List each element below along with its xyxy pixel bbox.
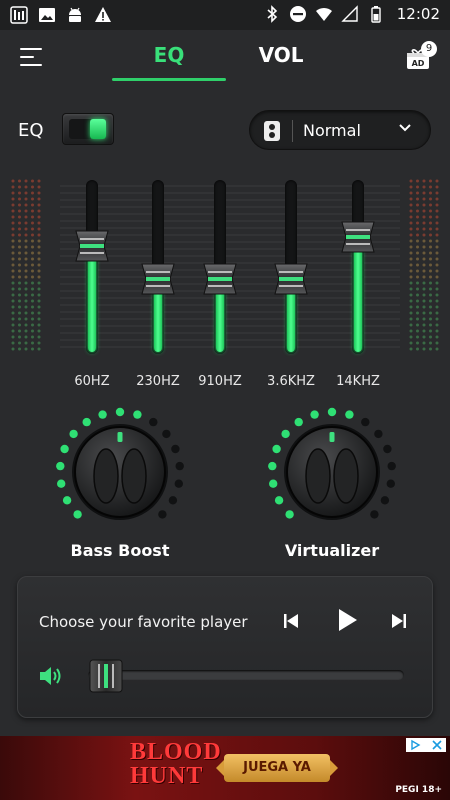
knob-level-dot	[345, 410, 354, 419]
eq-slider-band-1[interactable]	[134, 178, 182, 356]
player-title[interactable]: Choose your favorite player	[39, 613, 248, 631]
knob-level-dot	[98, 410, 107, 419]
knob-indicator	[117, 432, 123, 442]
knob-level-dot	[115, 407, 125, 417]
volume-slider-thumb[interactable]	[89, 659, 123, 693]
speaker-icon	[264, 121, 280, 141]
knob-level-dot	[285, 510, 294, 519]
bluetooth-icon	[267, 5, 277, 23]
play-icon[interactable]	[334, 607, 360, 633]
knob-level-dot	[69, 429, 78, 439]
ad-title-line2: HUNT	[130, 763, 204, 789]
tab-vol[interactable]: VOL	[226, 43, 336, 67]
eq-toggle-knob	[90, 119, 106, 139]
chevron-down-icon	[399, 124, 411, 132]
knob-level-dot	[133, 410, 142, 419]
slider-fill	[354, 237, 362, 352]
ad-banner[interactable]: BLOOD HUNT JUEGA YA PEGI 18+	[0, 736, 450, 800]
knob-level-dot	[294, 417, 303, 427]
knob-level-dot	[168, 496, 178, 505]
volume-slider-track[interactable]	[88, 670, 404, 680]
knob-level-dot	[272, 444, 281, 454]
slider-thumb[interactable]	[140, 262, 176, 296]
knob-level-dot	[62, 496, 72, 505]
next-track-icon[interactable]	[388, 610, 410, 632]
knob-level-dot	[60, 444, 69, 454]
knob-level-dot	[82, 417, 91, 427]
menu-icon[interactable]	[20, 48, 42, 68]
band-label-910hz: 910HZ	[198, 374, 242, 389]
bass-boost-knob[interactable]	[54, 406, 186, 538]
knob-level-dot	[387, 461, 396, 471]
knob-level-dot	[370, 510, 379, 519]
notification-badge: 9	[421, 41, 437, 57]
signal-icon	[341, 5, 358, 22]
eq-toggle-switch[interactable]	[62, 113, 114, 145]
band-label-60hz: 60HZ	[74, 374, 110, 389]
battery-icon	[371, 6, 381, 23]
level-meter-left	[11, 179, 41, 351]
level-meter-right	[409, 179, 439, 351]
band-label-14khz: 14KHZ	[336, 374, 380, 389]
android-icon	[69, 7, 81, 22]
eq-slider-band-4[interactable]	[334, 178, 382, 356]
ad-title-line1: BLOOD	[130, 739, 222, 765]
virtualizer-knob[interactable]	[266, 406, 398, 538]
wifi-icon	[315, 7, 332, 21]
eq-slider-band-0[interactable]	[68, 178, 116, 356]
knob-level-dot	[274, 496, 284, 505]
eq-slider-band-3[interactable]	[267, 178, 315, 356]
equalizer-notification-icon	[10, 6, 28, 24]
tab-eq[interactable]: EQ	[114, 43, 224, 67]
knob-level-dot	[374, 429, 383, 439]
player-card: Choose your favorite player	[17, 576, 433, 718]
eq-slider-band-2[interactable]	[196, 178, 244, 356]
knob-level-dot	[327, 407, 337, 417]
warning-icon	[95, 7, 111, 22]
knob-level-dot	[310, 410, 319, 419]
virtualizer-label: Virtualizer	[284, 541, 380, 560]
knob-level-dot	[361, 417, 370, 427]
bass-boost-label: Bass Boost	[70, 541, 170, 560]
knob-level-dot	[149, 417, 158, 427]
eq-label: EQ	[18, 120, 44, 141]
knob-level-dot	[386, 479, 395, 488]
knob-level-dot	[158, 510, 167, 519]
band-label-3-6khz: 3.6KHZ	[267, 374, 315, 389]
do-not-disturb-icon	[289, 6, 306, 22]
preset-dropdown[interactable]: Normal	[249, 110, 431, 150]
slider-thumb[interactable]	[74, 229, 110, 263]
status-bar: 12:02	[0, 0, 450, 30]
knob-level-dot	[174, 479, 183, 488]
band-label-230hz: 230HZ	[136, 374, 180, 389]
ad-age-rating: PEGI 18+	[395, 785, 442, 795]
gift-ad-text: AD	[412, 59, 425, 68]
knob-level-dot	[268, 461, 277, 471]
slider-thumb[interactable]	[340, 220, 376, 254]
knob-level-dot	[269, 479, 278, 488]
previous-track-icon[interactable]	[280, 610, 302, 632]
equalizer-sliders	[60, 178, 400, 356]
active-tab-indicator	[112, 78, 226, 81]
ad-title: BLOOD HUNT	[130, 740, 222, 788]
knob-level-dot	[57, 479, 66, 488]
knob-level-dot	[175, 461, 184, 471]
knob-level-dot	[73, 510, 82, 519]
clock: 12:02	[396, 5, 440, 23]
slider-thumb[interactable]	[273, 262, 309, 296]
preset-value: Normal	[303, 121, 361, 140]
knob-level-dot	[380, 496, 390, 505]
ad-cta-button[interactable]: JUEGA YA	[216, 754, 338, 782]
knob-level-dot	[281, 429, 290, 439]
volume-icon	[40, 667, 61, 685]
knob-indicator	[329, 432, 335, 442]
slider-thumb[interactable]	[202, 262, 238, 296]
knob-level-dot	[162, 429, 171, 439]
knob-level-dot	[56, 461, 65, 471]
ad-choices-icon[interactable]	[406, 738, 446, 752]
image-icon	[39, 8, 55, 22]
knob-level-dot	[171, 444, 180, 454]
knob-level-dot	[383, 444, 392, 454]
